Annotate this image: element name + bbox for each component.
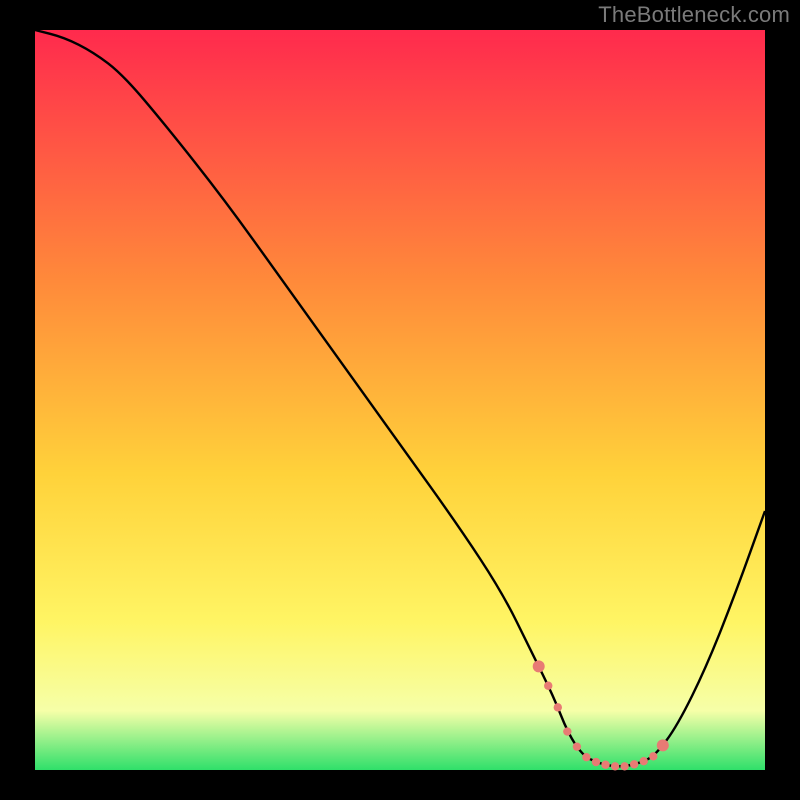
highlight-dot	[533, 660, 545, 672]
highlight-dot	[563, 727, 571, 735]
highlight-dot	[630, 760, 638, 768]
highlight-dot	[592, 758, 600, 766]
highlight-dot	[554, 703, 562, 711]
highlight-dot	[657, 739, 669, 751]
highlight-dot	[649, 752, 657, 760]
gradient-background	[35, 30, 765, 770]
highlight-dot	[544, 682, 552, 690]
highlight-dot	[611, 762, 619, 770]
highlight-dot	[573, 742, 581, 750]
watermark-text: TheBottleneck.com	[598, 2, 790, 28]
highlight-dot	[601, 761, 609, 769]
bottleneck-chart	[0, 0, 800, 800]
chart-root: TheBottleneck.com	[0, 0, 800, 800]
highlight-dot	[620, 762, 628, 770]
highlight-dot	[582, 753, 590, 761]
highlight-dot	[640, 757, 648, 765]
